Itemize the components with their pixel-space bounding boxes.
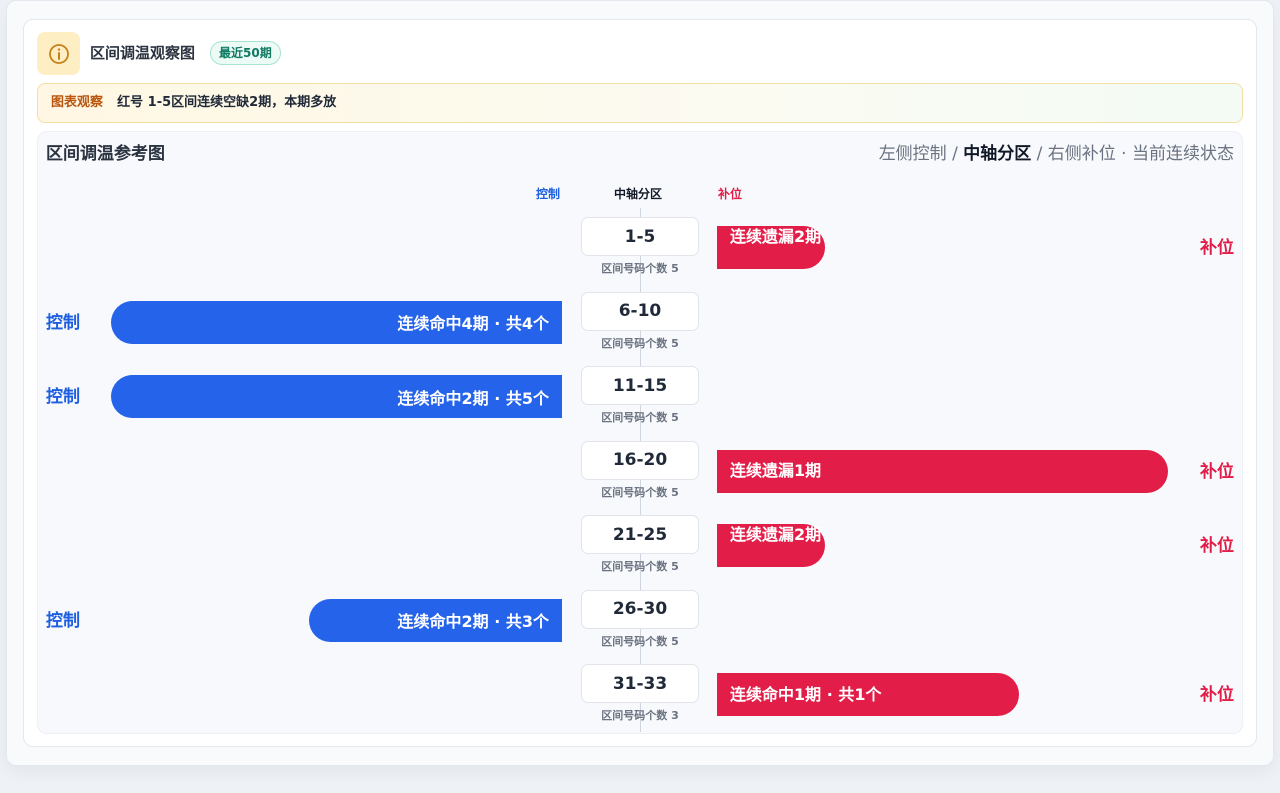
zone-row: 31-33 区间号码个数 3 连续命中1期 · 共1个 补位 bbox=[0, 664, 1280, 738]
fill-label: 补位 bbox=[1200, 685, 1234, 705]
control-label: 控制 bbox=[46, 312, 80, 333]
zone-range-box[interactable]: 6-10 bbox=[581, 291, 699, 331]
zone-count-label: 区间号码个数 5 bbox=[601, 634, 679, 648]
legend-left: 左侧控制 bbox=[878, 144, 947, 164]
period-badge: 最近50期 bbox=[210, 41, 281, 65]
fill-bar[interactable]: 连续遗漏1期 bbox=[717, 449, 1168, 493]
page-title: 区间调温观察图 bbox=[90, 44, 196, 62]
info-icon bbox=[37, 32, 80, 75]
control-bar[interactable]: 连续命中2期 · 共3个 bbox=[309, 598, 562, 642]
zone-count-label: 区间号码个数 5 bbox=[601, 411, 679, 424]
control-bar[interactable]: 连续命中2期 · 共5个 bbox=[111, 375, 562, 418]
zone-count-label: 区间号码个数 5 bbox=[601, 336, 679, 350]
observation-notice: 图表观察 红号 1-5区间连续空缺2期，本期多放 bbox=[37, 83, 1243, 123]
fill-bar[interactable]: 连续遗漏2期 bbox=[717, 524, 825, 567]
legend-sep: · bbox=[1115, 144, 1132, 164]
zone-count-label: 区间号码个数 5 bbox=[601, 560, 679, 573]
fill-bar[interactable]: 连续遗漏2期 bbox=[717, 226, 825, 269]
legend-sep: / bbox=[946, 144, 964, 164]
notice-tag: 图表观察 bbox=[51, 95, 104, 110]
control-bar[interactable]: 连续命中4期 · 共4个 bbox=[111, 300, 562, 344]
zone-row: 11-15 区间号码个数 5 连续命中2期 · 共5个 控制 bbox=[0, 366, 1280, 440]
control-label: 控制 bbox=[46, 610, 80, 631]
zone-row: 6-10 区间号码个数 5 连续命中4期 · 共4个 控制 bbox=[0, 291, 1280, 366]
zone-range-box[interactable]: 16-20 bbox=[581, 440, 699, 480]
fill-label: 补位 bbox=[1200, 461, 1234, 482]
zone-row: 1-5 区间号码个数 5 连续遗漏2期 补位 bbox=[0, 217, 1280, 291]
zone-row: 26-30 区间号码个数 5 连续命中2期 · 共3个 控制 bbox=[0, 589, 1280, 664]
zone-range-box[interactable]: 21-25 bbox=[581, 515, 699, 554]
legend-sep: / bbox=[1031, 144, 1048, 164]
zone-row: 21-25 区间号码个数 5 连续遗漏2期 补位 bbox=[0, 515, 1280, 589]
panel-title: 区间调温参考图 bbox=[46, 144, 165, 164]
column-header-fill: 补位 bbox=[718, 187, 743, 201]
zone-range-box[interactable]: 31-33 bbox=[581, 664, 699, 703]
fill-label: 补位 bbox=[1200, 536, 1234, 556]
zone-count-label: 区间号码个数 5 bbox=[601, 485, 679, 499]
zone-range-box[interactable]: 26-30 bbox=[581, 589, 699, 629]
zone-count-label: 区间号码个数 5 bbox=[601, 262, 679, 275]
fill-label: 补位 bbox=[1200, 238, 1234, 258]
notice-message: 红号 1-5区间连续空缺2期，本期多放 bbox=[117, 95, 337, 110]
zone-range-box[interactable]: 1-5 bbox=[581, 217, 699, 256]
legend-center: 中轴分区 bbox=[963, 144, 1032, 164]
column-header-axis: 中轴分区 bbox=[614, 187, 663, 201]
column-header-control: 控制 bbox=[536, 187, 561, 201]
panel-legend: 左侧控制 / 中轴分区 / 右侧补位 · 当前连续状态 bbox=[879, 143, 1234, 165]
zone-count-label: 区间号码个数 3 bbox=[601, 709, 679, 722]
zone-row: 16-20 区间号码个数 5 连续遗漏1期 补位 bbox=[0, 440, 1280, 515]
zone-range-box[interactable]: 11-15 bbox=[581, 366, 699, 405]
control-label: 控制 bbox=[46, 387, 80, 407]
fill-bar[interactable]: 连续命中1期 · 共1个 bbox=[717, 673, 1019, 716]
legend-right: 右侧补位 bbox=[1047, 144, 1116, 164]
legend-state: 当前连续状态 bbox=[1132, 144, 1234, 164]
